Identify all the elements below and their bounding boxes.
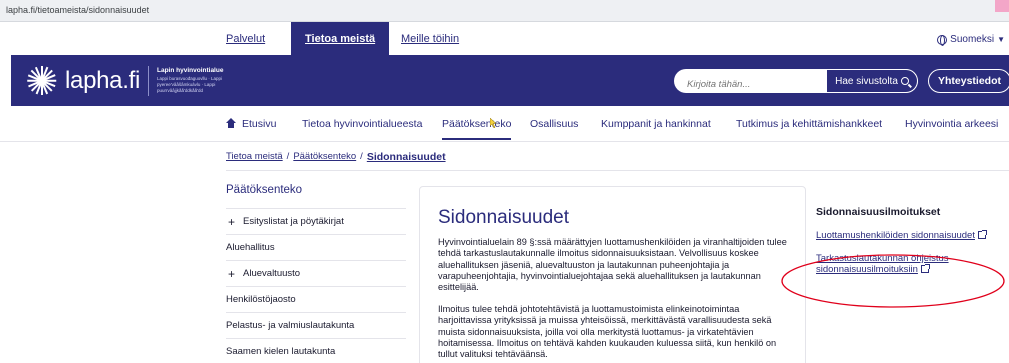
cursor-icon (490, 118, 497, 128)
sidebar-item-label: Aluehallitus (226, 242, 275, 253)
page-title: Sidonnaisuudet (438, 207, 569, 228)
external-link-icon (977, 230, 987, 239)
search-bar: Hae sivustolta (674, 69, 918, 93)
sidebar-item-label: Pelastus- ja valmiuslautakunta (226, 320, 355, 331)
sidebar-item-label: Henkilöstöjaosto (226, 294, 296, 305)
sidebar-item-aluevaltuusto[interactable]: + Aluevaltuusto (226, 260, 406, 286)
breadcrumb-item-current[interactable]: Sidonnaisuudet (367, 151, 446, 163)
logo-burst-icon (26, 64, 59, 97)
browser-url-bar[interactable]: lapha.fi/tietoameista/sidonnaisuudet (0, 0, 1009, 22)
content-paragraph: Ilmoitus tulee tehdä johtotehtävistä ja … (438, 304, 777, 360)
sidebar-item-pelastus[interactable]: Pelastus- ja valmiuslautakunta (226, 312, 406, 338)
link-luottamushenkiloiden-sidonnaisuudet[interactable]: Luottamushenkilöiden sidonnaisuudet (816, 230, 1006, 241)
site-logo[interactable]: lapha.fi Lapin hyvinvointialue Lappi bur… (26, 64, 227, 97)
language-label: Suomeksi (950, 34, 995, 45)
top-bar: Palvelut Tietoa meistä Meille töihin Suo… (0, 22, 1009, 55)
breadcrumb-separator: / (286, 151, 290, 162)
link-tarkastuslautakunnan-ohjeistus[interactable]: Tarkastuslautakunnan ohjeistus sidonnais… (816, 253, 1006, 275)
sidebar-item-label: Esityslistat ja pöytäkirjat (243, 216, 344, 227)
language-selector[interactable]: Suomeksi ▼ (937, 34, 1005, 46)
main-navigation: Etusivu Tietoa hyvinvointialueesta Päätö… (0, 106, 1009, 142)
search-icon (900, 77, 909, 85)
content-paragraph: Hyvinvointialuelain 89 §:ssä määrättyjen… (438, 237, 787, 293)
contact-button[interactable]: Yhteystiedot (928, 69, 1009, 93)
site-header: lapha.fi Lapin hyvinvointialue Lappi bur… (11, 55, 1009, 106)
logo-subtitle-small: Lappi burasvuođaguovllu · Lappi pyereeʹv… (157, 75, 223, 93)
external-link-icon (920, 264, 930, 273)
search-button[interactable]: Hae sivustolta (826, 69, 918, 93)
breadcrumb: Tietoa meistä / Päätöksenteko / Sidonnai… (226, 151, 446, 163)
nav-tietoa-hyvinvointialueesta[interactable]: Tietoa hyvinvointialueesta (302, 118, 422, 130)
nav-kumppanit-ja-hankinnat[interactable]: Kumppanit ja hankinnat (601, 118, 711, 130)
aside-heading: Sidonnaisuusilmoitukset (816, 206, 941, 218)
sidebar-item-esityslistat[interactable]: + Esityslistat ja pöytäkirjat (226, 208, 406, 234)
sidebar-item-label: Aluevaltuusto (243, 268, 301, 279)
nav-hyvinvointia-arkeesi[interactable]: Hyvinvointia arkeesi (905, 118, 998, 130)
breadcrumb-item-paatoksenteko[interactable]: Päätöksenteko (293, 151, 356, 163)
sidebar-item-henkilostojaosto[interactable]: Henkilöstöjaosto (226, 286, 406, 312)
sidebar-heading: Päätöksenteko (226, 184, 303, 196)
plus-icon[interactable]: + (228, 267, 235, 281)
globe-icon (937, 34, 948, 46)
nav-paatoksenteko[interactable]: Päätöksenteko (442, 118, 512, 140)
logo-subtitle-main: Lapin hyvinvointialue (157, 66, 224, 74)
breadcrumb-item-tietoa-meista[interactable]: Tietoa meistä (226, 151, 283, 163)
sidebar-item-aluehallitus[interactable]: Aluehallitus (226, 234, 406, 260)
breadcrumb-separator: / (360, 151, 363, 162)
tab-tietoa-meista[interactable]: Tietoa meistä (291, 22, 390, 55)
plus-icon[interactable]: + (228, 215, 235, 229)
nav-osallisuus[interactable]: Osallisuus (530, 118, 578, 130)
search-input[interactable] (674, 69, 826, 93)
url-text[interactable]: lapha.fi/tietoameista/sidonnaisuudet (6, 5, 149, 15)
main-content: Sidonnaisuudet Hyvinvointialuelain 89 §:… (419, 186, 806, 363)
tab-palvelut[interactable]: Palvelut (226, 33, 265, 45)
nav-etusivu[interactable]: Etusivu (242, 118, 276, 130)
browser-tab-indicator (995, 0, 1009, 12)
home-icon[interactable] (226, 118, 236, 128)
logo-divider (148, 65, 149, 96)
tab-meille-toihin[interactable]: Meille töihin (401, 33, 459, 45)
chevron-down-icon: ▼ (997, 35, 1005, 44)
link-label: Luottamushenkilöiden sidonnaisuudet (816, 230, 975, 241)
sidebar-item-saamen-kielen[interactable]: Saamen kielen lautakunta (226, 338, 406, 363)
logo-text: lapha.fi (65, 66, 140, 94)
nav-tutkimus-ja-kehittamishankkeet[interactable]: Tutkimus ja kehittämishankkeet (736, 118, 882, 130)
sidebar-item-label: Saamen kielen lautakunta (226, 346, 336, 357)
logo-subtitle: Lapin hyvinvointialue Lappi burasvuođagu… (157, 66, 227, 94)
sidebar: Päätöksenteko + Esityslistat ja pöytäkir… (226, 184, 406, 363)
related-links: Sidonnaisuusilmoitukset Luottamushenkilö… (816, 206, 1006, 287)
search-button-label: Hae sivustolta (835, 75, 898, 87)
divider (226, 170, 1009, 171)
